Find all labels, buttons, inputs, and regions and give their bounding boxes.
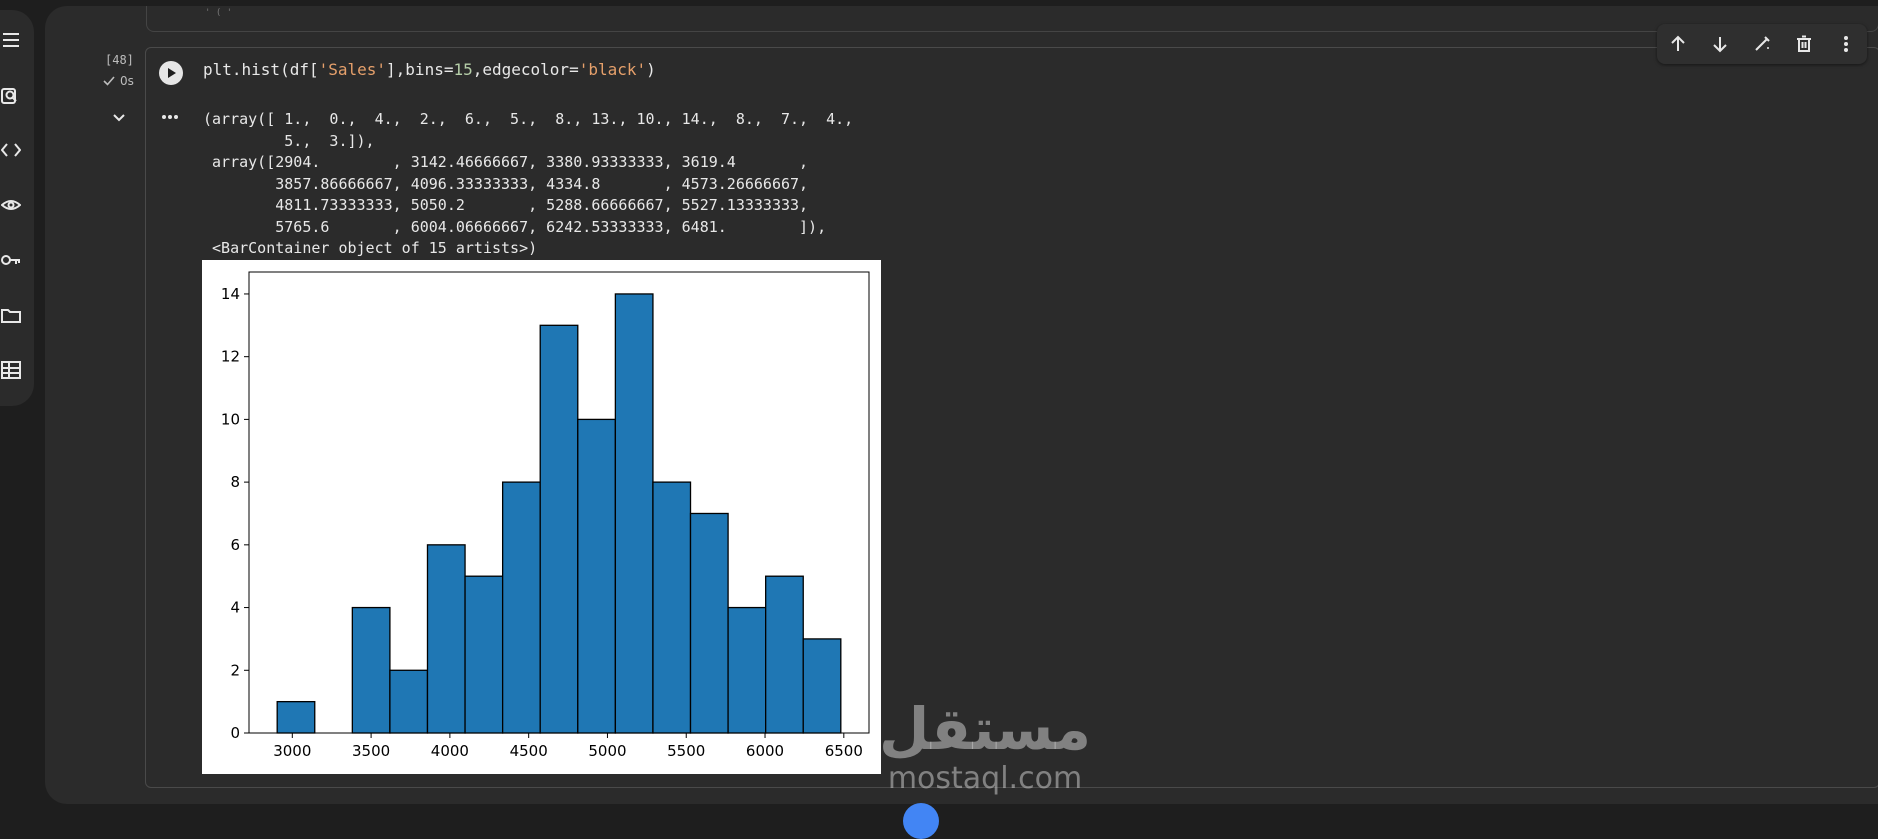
menu-icon[interactable] — [0, 28, 22, 52]
output-actions-button[interactable] — [159, 108, 181, 126]
delete-button[interactable] — [1790, 30, 1818, 58]
x-tick-label: 6000 — [746, 742, 784, 760]
run-cell-button[interactable] — [159, 61, 183, 85]
histogram-bar — [689, 512, 729, 734]
search-icon[interactable] — [0, 84, 22, 108]
histogram-bar — [727, 606, 767, 734]
histogram-bar — [652, 481, 692, 734]
execution-time: 0s — [120, 74, 134, 88]
histogram-bar — [577, 418, 617, 734]
y-tick-label: 10 — [221, 410, 240, 428]
arrow-down-icon — [1713, 37, 1727, 53]
x-tick-label: 3000 — [273, 742, 311, 760]
histogram-bar — [539, 324, 579, 734]
cell-toolbar — [1657, 24, 1867, 64]
more-horiz-icon — [162, 115, 178, 119]
arrow-up-icon — [1671, 35, 1685, 51]
code-token: plt.hist(df[ — [203, 60, 319, 79]
execution-status: 0s — [103, 74, 134, 88]
code-token: ,edgecolor= — [472, 60, 579, 79]
previous-cell-text: ' ( ' — [205, 8, 233, 18]
x-tick-label: 4500 — [510, 742, 548, 760]
move-down-button[interactable] — [1706, 30, 1734, 58]
x-tick-label: 6500 — [825, 742, 863, 760]
histogram-bar — [501, 481, 541, 734]
left-sidebar — [0, 10, 34, 406]
y-tick-label: 0 — [230, 724, 240, 742]
y-tick-label: 6 — [230, 536, 240, 554]
histogram-bar — [276, 700, 316, 734]
histogram-bar — [464, 575, 504, 734]
previous-cell[interactable]: ' ( ' — [146, 6, 1878, 32]
collapse-output-button[interactable] — [109, 108, 129, 128]
move-up-button[interactable] — [1664, 30, 1692, 58]
chevron-down-icon — [113, 114, 125, 122]
key-icon[interactable] — [0, 248, 22, 272]
more-options-button[interactable] — [1832, 30, 1860, 58]
histogram-bar — [765, 575, 804, 734]
histogram-bar — [389, 669, 429, 734]
code-icon[interactable] — [0, 138, 22, 162]
code-number: 15 — [453, 60, 473, 79]
y-tick-label: 14 — [221, 285, 240, 303]
y-tick-label: 2 — [230, 661, 240, 679]
more-vert-icon — [1844, 36, 1848, 52]
add-cell-button[interactable] — [903, 803, 939, 839]
histogram-figure: 3000 3500 4000 4500 5000 5500 6000 6500 0 2 4 6 8 10 1… — [202, 260, 881, 774]
code-string: 'Sales' — [318, 60, 387, 79]
x-tick-label: 3500 — [352, 742, 390, 760]
edit-button[interactable] — [1748, 30, 1776, 58]
code-editor[interactable]: plt.hist(df['Sales'],bins=15,edgecolor='… — [203, 60, 656, 79]
code-token: ) — [646, 60, 656, 79]
histogram-bar — [351, 606, 391, 734]
x-tick-label: 5500 — [667, 742, 705, 760]
histogram-bar — [614, 293, 654, 734]
play-icon — [168, 68, 176, 78]
histogram-bar — [802, 638, 842, 734]
execution-count: [48] — [105, 53, 134, 67]
table-icon[interactable] — [0, 358, 22, 382]
check-icon — [103, 76, 115, 86]
y-tick-label: 12 — [221, 348, 240, 366]
notebook-panel: ' ( ' [48] 0s plt.hist(df['Sales'],bins=… — [45, 6, 1878, 804]
code-string: 'black' — [578, 60, 647, 79]
edit-icon — [1755, 36, 1770, 51]
code-token: ],bins= — [386, 60, 454, 79]
variables-icon[interactable] — [0, 193, 22, 217]
y-tick-label: 4 — [230, 599, 240, 617]
trash-icon — [1797, 35, 1811, 52]
output-text: (array([ 1., 0., 4., 2., 6., 5., 8., 13.… — [203, 110, 854, 257]
x-tick-label: 5000 — [588, 742, 626, 760]
x-tick-label: 4000 — [431, 742, 469, 760]
histogram-chart: 3000 3500 4000 4500 5000 5500 6000 6500 0 2 4 6 8 10 1… — [221, 271, 870, 760]
folder-icon[interactable] — [0, 303, 22, 327]
y-tick-label: 8 — [230, 473, 240, 491]
histogram-bar — [426, 544, 466, 734]
